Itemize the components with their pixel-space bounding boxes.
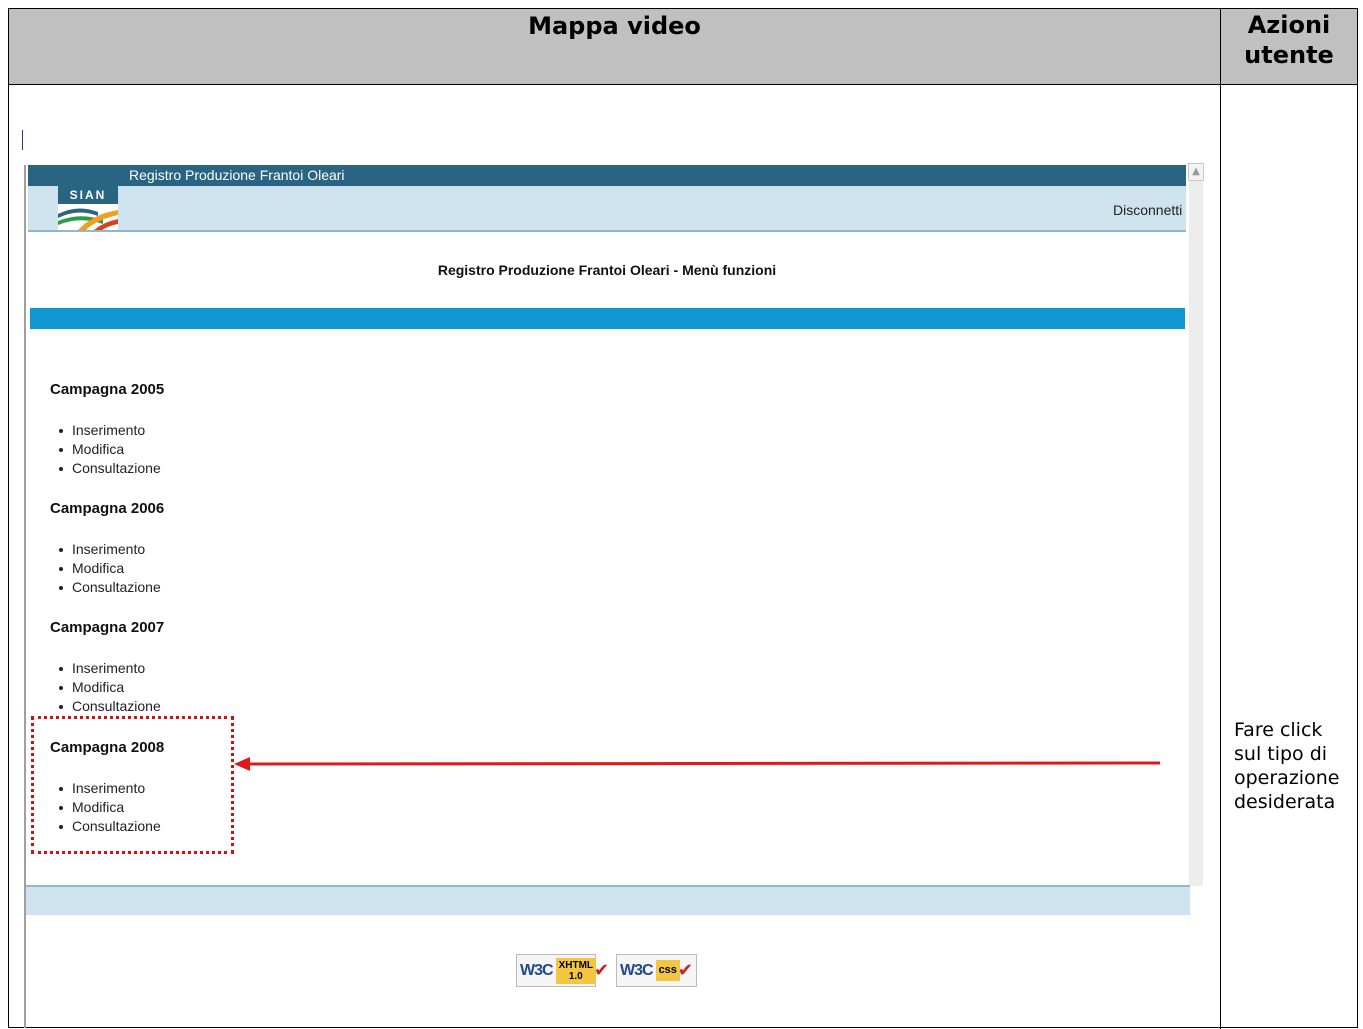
menu-item-inserimento[interactable]: Inserimento (59, 659, 350, 678)
blue-separator-band (30, 308, 1185, 329)
column-divider (1220, 85, 1221, 1029)
menu-item-modifica[interactable]: Modifica (59, 678, 350, 697)
sian-logo-text: SIAN (58, 186, 118, 204)
campaign-2005-section: Campagna 2005 Inserimento Modifica Consu… (50, 381, 350, 478)
menu-item-consultazione[interactable]: Consultazione (59, 459, 350, 478)
campaign-title: Campagna 2007 (50, 619, 165, 636)
table-header-row: Mappa video Azioni utente (9, 9, 1357, 85)
campaign-menu: Inserimento Modifica Consultazione (50, 540, 350, 597)
scrollbar-track[interactable] (1189, 181, 1203, 886)
menu-item-consultazione[interactable]: Consultazione (59, 697, 350, 716)
menu-item-modifica[interactable]: Modifica (59, 440, 350, 459)
campaign-menu: Inserimento Modifica Consultazione (50, 659, 350, 716)
column-header-azioni-utente: Azioni utente (1220, 9, 1357, 84)
campaign-2006-section: Campagna 2006 Inserimento Modifica Consu… (50, 500, 350, 597)
scrollbar-up-arrow[interactable]: ▲ (1188, 163, 1204, 181)
xhtml-version: 1.0 (568, 970, 583, 982)
menu-item-inserimento[interactable]: Inserimento (59, 421, 350, 440)
campaign-2007-section: Campagna 2007 Inserimento Modifica Consu… (50, 619, 350, 716)
checkmark-icon: ✔ (677, 960, 694, 981)
css-tag: css (655, 960, 680, 981)
menu-item-inserimento[interactable]: Inserimento (59, 540, 350, 559)
page-heading: Registro Produzione Frantoi Oleari - Men… (437, 262, 777, 278)
user-action-instruction: Fare click sul tipo di operazione deside… (1234, 719, 1340, 813)
app-title: Registro Produzione Frantoi Oleari (129, 167, 345, 183)
menu-item-modifica[interactable]: Modifica (59, 559, 350, 578)
w3c-logo-text: W3C (520, 961, 554, 979)
sian-logo: SIAN (58, 186, 118, 230)
footer-band (26, 885, 1190, 915)
column-header-line-2: utente (1244, 41, 1334, 69)
text-cursor (22, 130, 23, 150)
column-header-mappa-video: Mappa video (528, 12, 701, 40)
w3c-xhtml-badge[interactable]: W3C XHTML 1.0 ✔ (516, 954, 609, 987)
app-sub-bar (28, 186, 1186, 232)
pointer-arrow (234, 757, 1161, 771)
xhtml-label: XHTML (558, 959, 594, 971)
w3c-logo-text: W3C (620, 961, 654, 979)
sian-logo-graphic (58, 208, 118, 230)
column-header-line-1: Azioni (1247, 11, 1331, 39)
xhtml-tag: XHTML 1.0 (555, 957, 597, 984)
campaign-menu: Inserimento Modifica Consultazione (50, 421, 350, 478)
campaign-title: Campagna 2005 (50, 381, 165, 398)
highlight-box-campagna-2008 (31, 716, 234, 854)
checkmark-icon: ✔ (594, 960, 610, 981)
campaign-title: Campagna 2006 (50, 500, 165, 517)
menu-item-consultazione[interactable]: Consultazione (59, 578, 350, 597)
w3c-css-badge[interactable]: W3C css ✔ (616, 954, 697, 987)
logout-link[interactable]: Disconnetti (1113, 202, 1182, 218)
